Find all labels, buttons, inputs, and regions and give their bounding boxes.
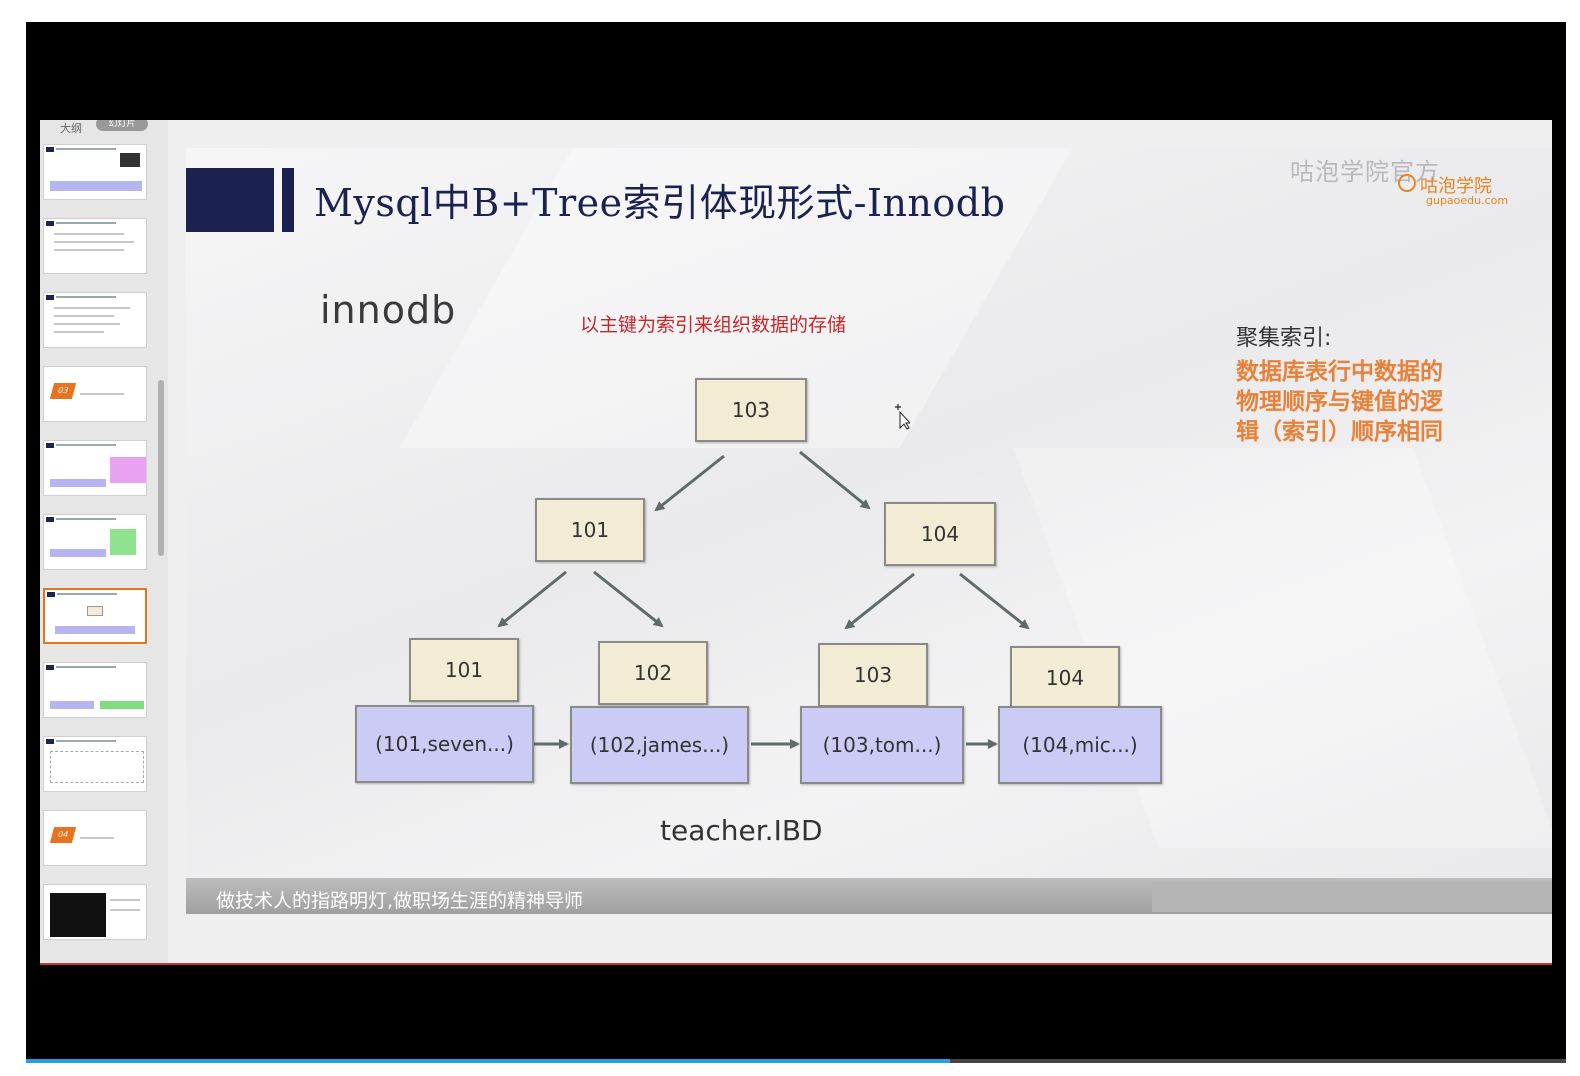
tree-node: 104 bbox=[884, 502, 996, 566]
footer-slogan: 做技术人的指路明灯,做职场生涯的精神导师 bbox=[216, 890, 584, 912]
slide-thumbnail-panel: 大纲 幻灯片 03 04 bbox=[40, 120, 168, 965]
slide-thumbnail[interactable] bbox=[43, 884, 147, 940]
edge-arrow bbox=[844, 572, 915, 630]
edge-arrow bbox=[497, 570, 567, 628]
leaf-key: 101 bbox=[409, 638, 519, 702]
window-bottom-border bbox=[40, 963, 1552, 965]
edge-arrow bbox=[799, 450, 871, 510]
leaf-row: (103,tom...) bbox=[800, 706, 964, 784]
footer-shade bbox=[1152, 882, 1552, 912]
tree-node-root: 103 bbox=[695, 378, 807, 442]
slide-thumbnail[interactable] bbox=[43, 440, 147, 496]
section-badge: 03 bbox=[49, 383, 77, 399]
thumbnail-scrollbar[interactable] bbox=[158, 380, 164, 556]
section-badge: 04 bbox=[49, 827, 77, 843]
slide-thumbnail[interactable] bbox=[43, 218, 147, 274]
slide-thumbnail-current[interactable] bbox=[43, 588, 147, 644]
leaf-key: 104 bbox=[1010, 646, 1120, 710]
presentation-window: 大纲 幻灯片 03 04 Mysql中B+Tree索引体现形式-Innodb 咕… bbox=[40, 120, 1552, 965]
slide-thumbnail[interactable]: 03 bbox=[43, 366, 147, 422]
slide-thumbnail[interactable] bbox=[43, 736, 147, 792]
slide-thumbnail[interactable] bbox=[43, 144, 147, 200]
leaf-key: 103 bbox=[818, 643, 928, 707]
leaf-row: (101,seven...) bbox=[355, 705, 534, 783]
edge-arrow bbox=[593, 570, 664, 628]
tab-slides[interactable]: 幻灯片 bbox=[96, 120, 148, 131]
slide-thumbnail[interactable]: 04 bbox=[43, 810, 147, 866]
slide-thumbnail[interactable] bbox=[43, 292, 147, 348]
mouse-cursor-icon bbox=[895, 404, 910, 430]
leaf-row: (102,james...) bbox=[570, 706, 749, 784]
leaf-row: (104,mic...) bbox=[998, 706, 1162, 784]
edge-arrow bbox=[959, 572, 1030, 630]
file-label: teacher.IBD bbox=[660, 814, 823, 847]
edge-arrow bbox=[654, 454, 725, 512]
panel-tabs: 大纲 幻灯片 bbox=[40, 120, 168, 138]
slide-thumbnail[interactable] bbox=[43, 662, 147, 718]
tree-edges bbox=[497, 450, 1030, 749]
tree-node: 101 bbox=[535, 498, 645, 562]
tab-outline[interactable]: 大纲 bbox=[60, 120, 82, 136]
slide-thumbnail[interactable] bbox=[43, 514, 147, 570]
leaf-key: 102 bbox=[598, 641, 708, 705]
video-progress-fill bbox=[26, 1059, 950, 1063]
slide-canvas: Mysql中B+Tree索引体现形式-Innodb 咕泡学院官方 咕泡学院 gu… bbox=[186, 148, 1552, 914]
